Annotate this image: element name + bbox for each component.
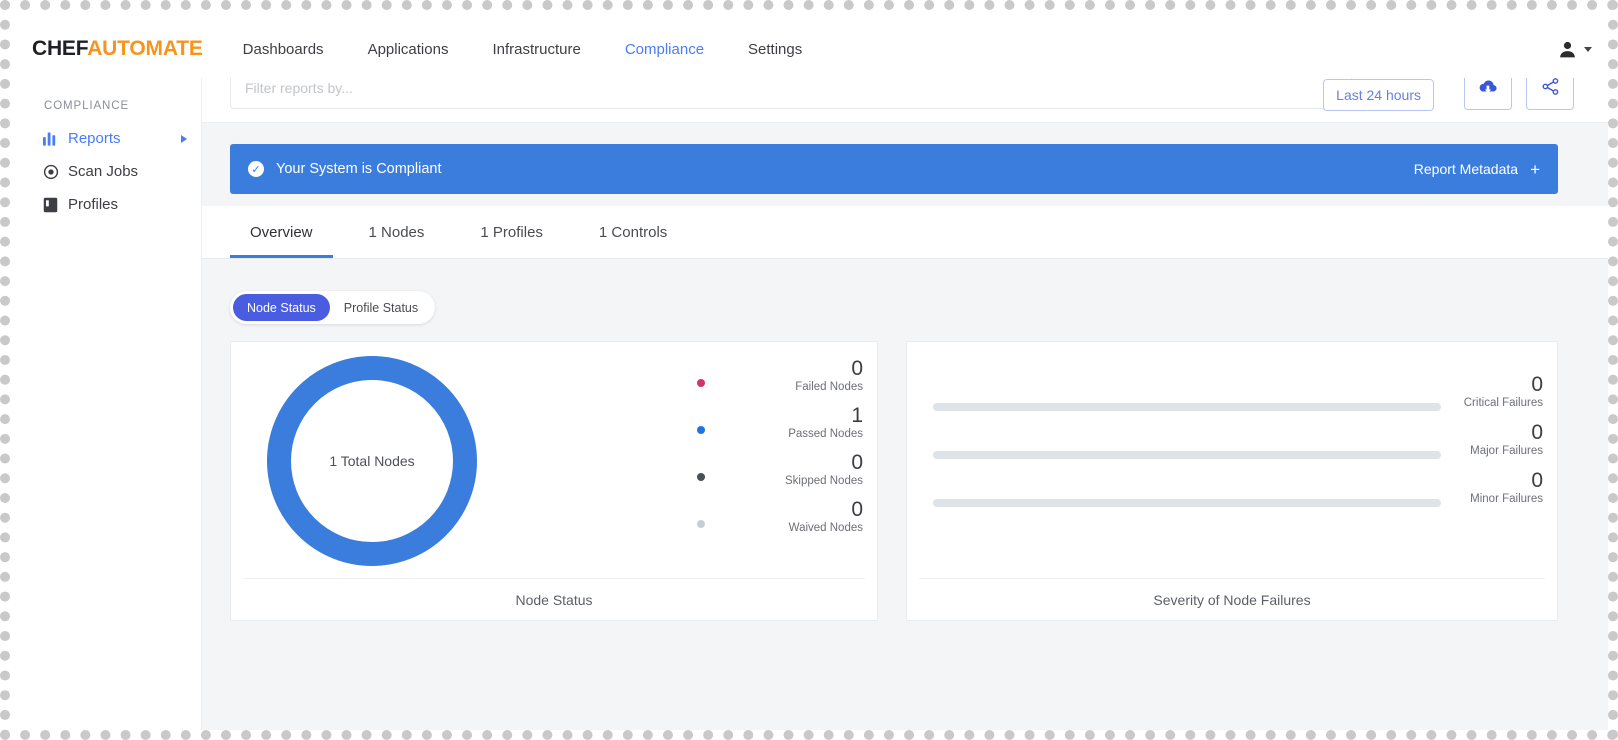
legend-value-waived: 0	[851, 499, 863, 521]
sidebar-item-label-scan-jobs: Scan Jobs	[68, 163, 138, 180]
severity-value-major: 0	[1531, 422, 1543, 444]
severity-row-major: 0 Major Failures	[933, 420, 1543, 468]
app-window: CHEFAUTOMATE Dashboards Applications Inf…	[20, 20, 1618, 740]
sidebar-item-label-profiles: Profiles	[68, 196, 118, 213]
main-content: Last 24 hours	[202, 78, 1618, 740]
sidebar: COMPLIANCE Reports Scan Jobs	[20, 78, 202, 740]
check-circle-icon: ✓	[248, 161, 264, 177]
brand-logo-automate: AUTOMATE	[87, 37, 202, 60]
severity-value-group-critical: 0 Critical Failures	[1447, 374, 1543, 409]
severity-panel-caption: Severity of Node Failures	[919, 578, 1545, 620]
sidebar-section-title: COMPLIANCE	[44, 100, 201, 112]
date-range-button[interactable]: Last 24 hours	[1323, 79, 1434, 111]
legend-value-passed: 1	[851, 405, 863, 427]
tab-profiles[interactable]: 1 Profiles	[460, 206, 563, 258]
bar-chart-icon	[42, 132, 59, 146]
severity-chart: 0 Critical Failures 0 Major Failures	[907, 342, 1557, 580]
share-icon	[1541, 78, 1560, 101]
nav-link-dashboards[interactable]: Dashboards	[221, 41, 346, 58]
user-menu[interactable]	[1557, 39, 1592, 60]
report-metadata-label: Report Metadata	[1414, 161, 1518, 177]
legend-value-failed: 0	[851, 358, 863, 380]
top-navigation-bar: CHEFAUTOMATE Dashboards Applications Inf…	[20, 20, 1618, 78]
severity-row-minor: 0 Minor Failures	[933, 468, 1543, 516]
sidebar-item-scan-jobs[interactable]: Scan Jobs	[20, 155, 201, 188]
legend-item-passed-nodes: 1 Passed Nodes	[673, 399, 863, 446]
brand-logo[interactable]: CHEFAUTOMATE	[32, 37, 203, 61]
chevron-right-icon	[181, 135, 187, 143]
node-status-chart: 1 Total Nodes 0 Failed Nodes 1 Passed No…	[231, 342, 877, 580]
node-status-panel: 1 Total Nodes 0 Failed Nodes 1 Passed No…	[230, 341, 878, 621]
severity-value-critical: 0	[1531, 374, 1543, 396]
severity-value-group-major: 0 Major Failures	[1447, 422, 1543, 457]
severity-row-critical: 0 Critical Failures	[933, 372, 1543, 420]
screenshot-frame: CHEFAUTOMATE Dashboards Applications Inf…	[0, 0, 1618, 740]
legend-dot-waived	[697, 520, 705, 528]
top-nav-links: Dashboards Applications Infrastructure C…	[221, 41, 825, 58]
tab-controls[interactable]: 1 Controls	[579, 206, 687, 258]
severity-label-minor: Minor Failures	[1470, 493, 1543, 505]
node-status-panel-caption: Node Status	[243, 578, 865, 620]
compliance-status-text: Your System is Compliant	[276, 161, 441, 177]
legend-label-skipped: Skipped Nodes	[785, 475, 863, 487]
legend-dot-skipped	[697, 473, 705, 481]
legend-label-failed: Failed Nodes	[795, 381, 863, 393]
profile-book-icon	[42, 197, 59, 213]
report-metadata-toggle[interactable]: Report Metadata +	[1414, 161, 1540, 178]
severity-track-critical	[933, 403, 1441, 411]
toggle-profile-status[interactable]: Profile Status	[330, 294, 432, 321]
scan-target-icon	[42, 164, 59, 180]
severity-label-major: Major Failures	[1470, 445, 1543, 457]
compliance-status-banner: ✓ Your System is Compliant Report Metada…	[230, 144, 1558, 194]
legend-item-waived-nodes: 0 Waived Nodes	[673, 493, 863, 540]
expand-plus-icon: +	[1530, 161, 1540, 178]
severity-value-group-minor: 0 Minor Failures	[1447, 470, 1543, 505]
legend-value-skipped: 0	[851, 452, 863, 474]
chevron-down-icon	[1584, 47, 1592, 52]
nav-link-applications[interactable]: Applications	[346, 41, 471, 58]
severity-track-major	[933, 451, 1441, 459]
download-report-button[interactable]	[1464, 78, 1512, 110]
nav-link-infrastructure[interactable]: Infrastructure	[470, 41, 602, 58]
sidebar-item-label-reports: Reports	[68, 130, 121, 147]
severity-bars: 0 Critical Failures 0 Major Failures	[933, 372, 1543, 516]
toggle-node-status[interactable]: Node Status	[233, 294, 330, 321]
report-tabs: Overview 1 Nodes 1 Profiles 1 Controls	[202, 206, 1618, 259]
cloud-download-icon	[1478, 79, 1498, 100]
severity-panel: 0 Critical Failures 0 Major Failures	[906, 341, 1558, 621]
legend-item-skipped-nodes: 0 Skipped Nodes	[673, 446, 863, 493]
nav-link-compliance[interactable]: Compliance	[603, 41, 726, 58]
legend-label-waived: Waived Nodes	[789, 522, 863, 534]
share-report-button[interactable]	[1526, 78, 1574, 110]
severity-value-minor: 0	[1531, 470, 1543, 492]
legend-item-failed-nodes: 0 Failed Nodes	[673, 352, 863, 399]
brand-logo-chef: CHEF	[32, 37, 87, 60]
user-icon	[1557, 39, 1578, 60]
severity-label-critical: Critical Failures	[1464, 397, 1543, 409]
status-toggle: Node Status Profile Status	[230, 291, 435, 324]
donut-center-label: 1 Total Nodes	[267, 356, 477, 566]
legend-dot-passed	[697, 426, 705, 434]
node-status-legend: 0 Failed Nodes 1 Passed Nodes 0 Skipped …	[673, 352, 863, 540]
legend-dot-failed	[697, 379, 705, 387]
tab-nodes[interactable]: 1 Nodes	[349, 206, 445, 258]
node-status-donut: 1 Total Nodes	[267, 356, 489, 566]
tab-overview[interactable]: Overview	[230, 206, 333, 258]
sidebar-item-reports[interactable]: Reports	[20, 122, 201, 155]
sidebar-item-profiles[interactable]: Profiles	[20, 188, 201, 221]
filter-reports-input[interactable]	[230, 78, 1352, 109]
legend-label-passed: Passed Nodes	[788, 428, 863, 440]
filter-toolbar: Last 24 hours	[202, 78, 1618, 123]
nav-link-settings[interactable]: Settings	[726, 41, 824, 58]
severity-track-minor	[933, 499, 1441, 507]
